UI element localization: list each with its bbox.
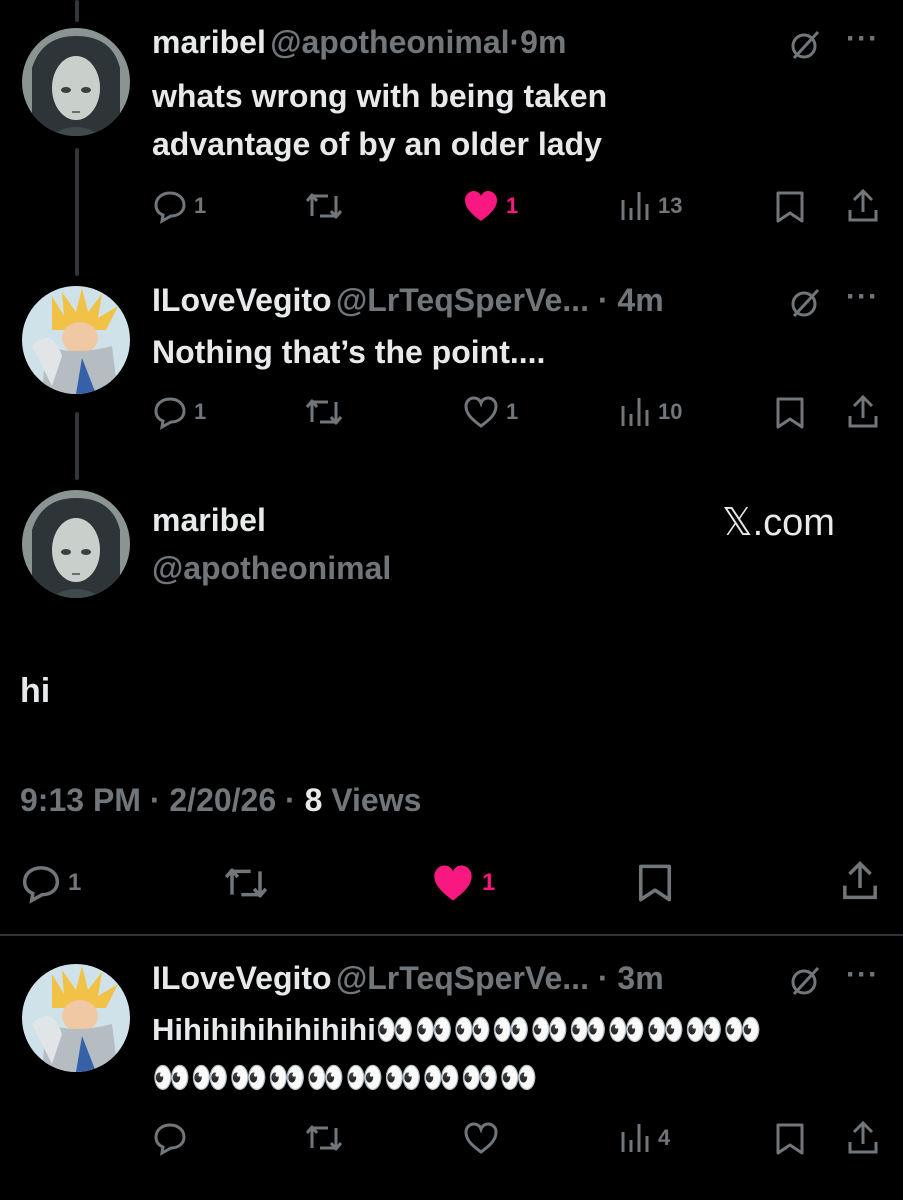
views-count: 10 bbox=[658, 399, 683, 424]
reply-button[interactable]: 1 bbox=[152, 188, 206, 224]
thread-line-2 bbox=[75, 412, 79, 480]
grok-icon[interactable] bbox=[788, 28, 822, 62]
bookmark-icon[interactable] bbox=[774, 190, 806, 224]
views-count: 8 bbox=[304, 782, 323, 818]
retweet-icon bbox=[305, 193, 343, 219]
tweet-text: Nothing that’s the point.... bbox=[152, 328, 545, 376]
bookmark-icon[interactable] bbox=[636, 862, 674, 904]
retweet-icon bbox=[305, 1125, 343, 1151]
share-icon[interactable] bbox=[846, 394, 880, 430]
views-button[interactable]: 13 bbox=[620, 188, 682, 224]
bookmark-icon[interactable] bbox=[774, 396, 806, 430]
timestamp[interactable]: 9m bbox=[520, 24, 566, 60]
like-button[interactable]: 1 bbox=[462, 394, 518, 430]
reply-button[interactable]: 1 bbox=[20, 862, 81, 904]
reply-count: 1 bbox=[194, 399, 207, 424]
tweet-date[interactable]: 2/20/26 bbox=[169, 782, 276, 818]
views-icon bbox=[621, 1124, 649, 1152]
retweet-icon bbox=[305, 399, 343, 425]
reply-button[interactable] bbox=[152, 1120, 188, 1156]
tweet-text-line: Hihihihihihihihi👀👀👀👀👀👀👀👀👀👀 bbox=[152, 1012, 762, 1047]
retweet-button[interactable] bbox=[304, 394, 344, 430]
x-watermark: 𝕏.com bbox=[722, 502, 835, 544]
tweet-text-line: advantage of by an older lady bbox=[152, 126, 602, 162]
author-name[interactable]: maribel bbox=[152, 502, 266, 539]
tweet-time[interactable]: 9:13 PM bbox=[20, 782, 141, 818]
tweet-header: maribel @apotheonimal·9m bbox=[152, 24, 566, 61]
reply-icon bbox=[154, 1123, 186, 1156]
share-icon[interactable] bbox=[846, 188, 880, 224]
retweet-button[interactable] bbox=[304, 1120, 344, 1156]
reply-button[interactable]: 1 bbox=[152, 394, 206, 430]
views-icon bbox=[621, 192, 649, 220]
retweet-button[interactable] bbox=[222, 862, 270, 904]
views-button[interactable]: 10 bbox=[620, 394, 682, 430]
tweet-text: Hihihihihihihihi👀👀👀👀👀👀👀👀👀👀 👀👀👀👀👀👀👀👀👀👀 bbox=[152, 1006, 762, 1102]
timestamp[interactable]: 3m bbox=[617, 960, 663, 996]
divider bbox=[0, 934, 903, 936]
heart-icon bbox=[464, 1122, 498, 1154]
views-count: 4 bbox=[658, 1125, 671, 1150]
like-button[interactable]: 1 bbox=[462, 188, 518, 224]
reply-icon bbox=[22, 866, 60, 904]
tweet-text-line: whats wrong with being taken bbox=[152, 78, 608, 114]
grok-icon[interactable] bbox=[788, 964, 822, 998]
avatar[interactable] bbox=[22, 964, 130, 1072]
thread-line-1 bbox=[75, 148, 79, 276]
views-label[interactable]: Views bbox=[331, 782, 421, 818]
reply-count: 1 bbox=[68, 869, 82, 896]
dot-separator: · bbox=[140, 782, 170, 818]
retweet-button[interactable] bbox=[304, 188, 344, 224]
more-icon[interactable]: ··· bbox=[846, 280, 879, 314]
more-icon[interactable]: ··· bbox=[846, 22, 879, 56]
author-name[interactable]: maribel bbox=[152, 24, 266, 60]
tweet-header: ILoveVegito @LrTeqSperVe... · 3m bbox=[152, 960, 664, 997]
reply-icon bbox=[154, 397, 186, 430]
like-button[interactable] bbox=[462, 1120, 500, 1156]
views-button[interactable]: 4 bbox=[620, 1120, 670, 1156]
more-icon[interactable]: ··· bbox=[846, 958, 879, 992]
share-icon[interactable] bbox=[846, 1120, 880, 1156]
heart-filled-icon bbox=[434, 865, 472, 901]
author-name[interactable]: ILoveVegito bbox=[152, 960, 332, 996]
author-handle[interactable]: @LrTeqSperVe... bbox=[336, 960, 589, 996]
dot-separator: · bbox=[588, 282, 618, 318]
like-button[interactable]: 1 bbox=[430, 862, 495, 904]
author-handle[interactable]: @apotheonimal bbox=[270, 24, 509, 60]
avatar[interactable] bbox=[22, 490, 130, 598]
tweet-text-line: Nothing that’s the point.... bbox=[152, 334, 546, 370]
like-count: 1 bbox=[506, 193, 519, 218]
avatar[interactable] bbox=[22, 286, 130, 394]
share-icon[interactable] bbox=[840, 860, 880, 902]
author-handle[interactable]: @LrTeqSperVe... bbox=[336, 282, 589, 318]
retweet-icon bbox=[224, 868, 268, 898]
views-icon bbox=[621, 398, 649, 426]
like-count: 1 bbox=[506, 399, 519, 424]
author-handle[interactable]: @apotheonimal bbox=[152, 550, 391, 587]
bookmark-icon[interactable] bbox=[774, 1122, 806, 1156]
tweet-header: ILoveVegito @LrTeqSperVe... · 4m bbox=[152, 282, 664, 319]
dot-separator: · bbox=[588, 960, 618, 996]
author-name[interactable]: ILoveVegito bbox=[152, 282, 332, 318]
dot-separator: · bbox=[276, 782, 305, 818]
thread-line-top bbox=[75, 0, 79, 22]
reply-icon bbox=[154, 191, 186, 224]
heart-icon bbox=[464, 396, 498, 428]
like-count: 1 bbox=[482, 869, 496, 896]
tweet-text-line: 👀👀👀👀👀👀👀👀👀👀 bbox=[152, 1060, 538, 1095]
grok-icon[interactable] bbox=[788, 286, 822, 320]
views-count: 13 bbox=[658, 193, 683, 218]
tweet-text: hi bbox=[20, 672, 51, 710]
dot-separator: · bbox=[509, 24, 521, 60]
avatar[interactable] bbox=[22, 28, 130, 136]
heart-filled-icon bbox=[465, 191, 497, 221]
tweet-text: whats wrong with being taken advantage o… bbox=[152, 72, 607, 168]
timestamp[interactable]: 4m bbox=[617, 282, 663, 318]
tweet-meta: 9:13 PM · 2/20/26 · 8 Views bbox=[20, 782, 421, 819]
reply-count: 1 bbox=[194, 193, 207, 218]
